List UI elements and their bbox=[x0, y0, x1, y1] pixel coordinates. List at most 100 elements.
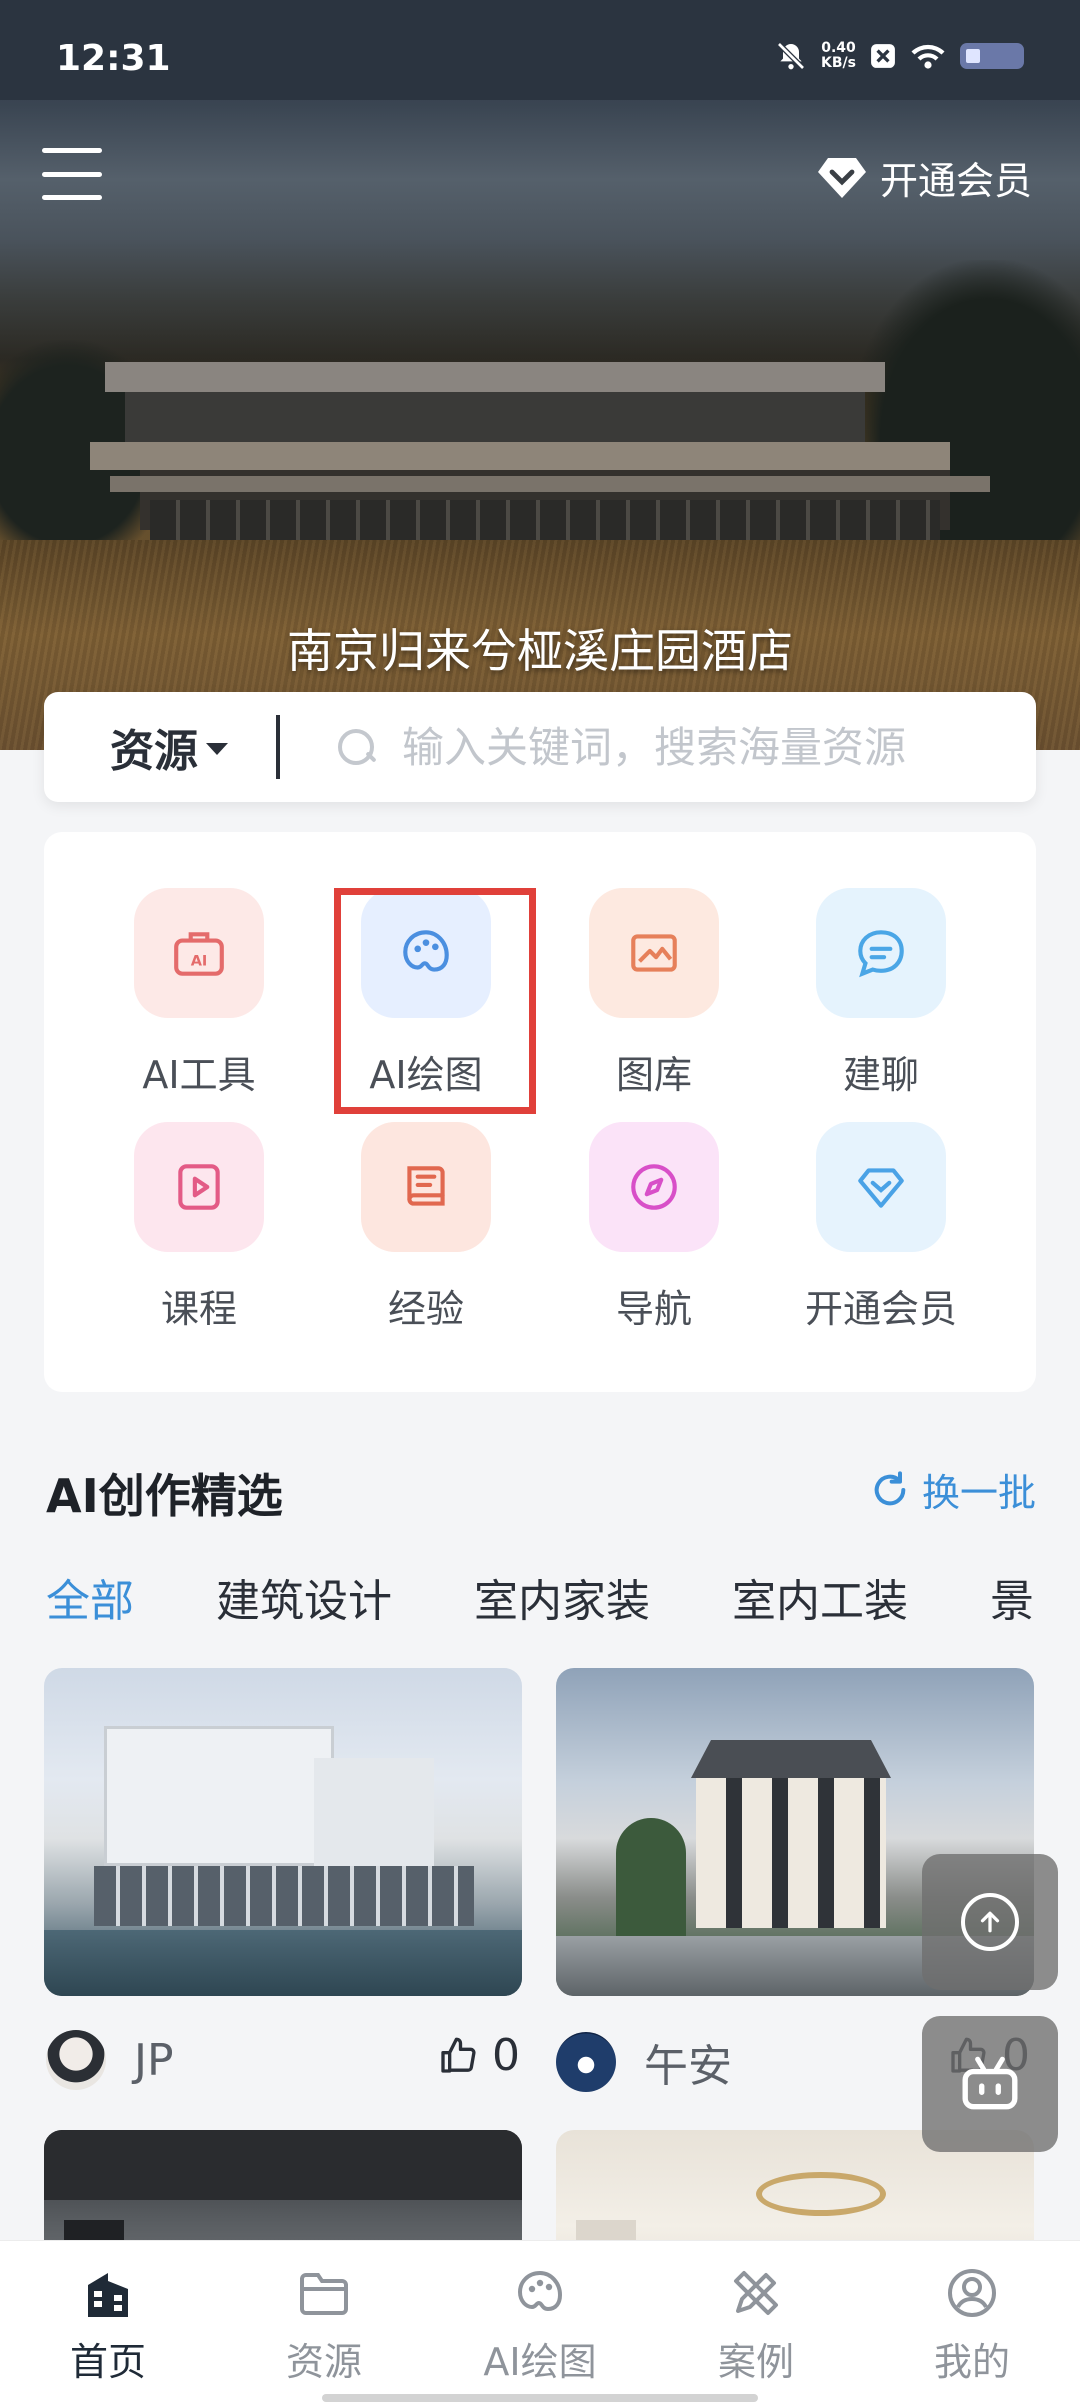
pencil-ruler-icon bbox=[734, 2271, 778, 2315]
search-scope-dropdown[interactable]: 资源 bbox=[44, 715, 272, 779]
building-eave bbox=[110, 476, 990, 492]
like-button[interactable]: 0 bbox=[438, 2030, 520, 2081]
search-divider bbox=[276, 715, 280, 779]
nav-resources[interactable]: 资源 bbox=[216, 2241, 432, 2408]
grid-icon-bg bbox=[134, 1122, 264, 1252]
grid-item-membership[interactable]: 开通会员 bbox=[771, 1122, 991, 1333]
scroll-top-button[interactable] bbox=[922, 1854, 1058, 1990]
ai-toolbox-icon: AI bbox=[174, 932, 224, 976]
tab-home-interior[interactable]: 室内家装 bbox=[474, 1565, 650, 1629]
member-button-top[interactable]: 开通会员 bbox=[816, 150, 1032, 205]
grid-label: 图库 bbox=[615, 1053, 692, 1097]
home-indicator bbox=[322, 2394, 758, 2402]
picture-icon bbox=[631, 934, 677, 972]
nav-home[interactable]: 首页 bbox=[0, 2241, 216, 2408]
card-author[interactable]: 午安 bbox=[556, 2030, 732, 2094]
robot-icon bbox=[962, 2056, 1018, 2110]
thumbs-up-icon bbox=[441, 2037, 476, 2073]
tab-commercial-interior[interactable]: 室内工装 bbox=[732, 1565, 908, 1629]
building-roof bbox=[105, 362, 885, 392]
grid-icon-bg bbox=[816, 888, 946, 1018]
avatar bbox=[46, 2030, 106, 2090]
user-icon bbox=[948, 2269, 996, 2317]
grid-item-chat[interactable]: 建聊 bbox=[771, 888, 991, 1099]
grid-label: AI绘图 bbox=[369, 1053, 483, 1097]
card-author[interactable]: JP bbox=[46, 2030, 174, 2090]
grid-item-experience[interactable]: 经验 bbox=[316, 1122, 536, 1333]
artwork-card-image[interactable] bbox=[44, 1668, 522, 1996]
wifi-icon bbox=[911, 44, 945, 69]
palette-icon bbox=[517, 2270, 563, 2312]
book-icon bbox=[407, 1166, 445, 1206]
menu-hamburger-button[interactable] bbox=[42, 148, 102, 200]
category-tabs-viewport: 全部 建筑设计 室内家装 室内工装 景 bbox=[0, 1550, 1036, 1640]
search-icon bbox=[336, 727, 376, 767]
ceiling-lamp bbox=[756, 2172, 886, 2216]
nav-cases[interactable]: 案例 bbox=[648, 2241, 864, 2408]
refresh-button[interactable]: 换一批 bbox=[870, 1462, 1036, 1517]
menu-line bbox=[42, 195, 102, 200]
grid-item-gallery[interactable]: 图库 bbox=[544, 888, 764, 1099]
mute-bell-icon bbox=[777, 42, 805, 70]
hero-title: 南京归来兮桠溪庄园酒店 bbox=[287, 624, 793, 678]
building-box bbox=[104, 1726, 334, 1866]
caret-down-icon bbox=[206, 743, 228, 755]
grid-item-ai-drawing[interactable]: AI绘图 bbox=[316, 888, 536, 1099]
nav-ai-drawing[interactable]: AI绘图 bbox=[432, 2241, 648, 2408]
net-speed-unit: KB/s bbox=[821, 55, 856, 71]
like-count: 0 bbox=[492, 2030, 520, 2081]
pool bbox=[44, 1930, 522, 1996]
folder-icon bbox=[300, 2273, 348, 2315]
nav-profile[interactable]: 我的 bbox=[864, 2241, 1080, 2408]
diamond-icon bbox=[858, 1168, 904, 1208]
bottom-nav: 首页 资源 AI绘图 案例 我的 bbox=[0, 2240, 1080, 2408]
grid-icon-bg bbox=[589, 888, 719, 1018]
grid-label: AI工具 bbox=[142, 1053, 256, 1097]
building-upper-floor bbox=[125, 392, 865, 442]
app-root: 南京归来兮桠溪庄园酒店 12:31 0.40KB/s 开通会员 资源 AI bbox=[0, 0, 1080, 2408]
tab-all[interactable]: 全部 bbox=[46, 1565, 134, 1629]
assistant-bot-button[interactable] bbox=[922, 2016, 1058, 2152]
nav-label: 我的 bbox=[933, 2340, 1010, 2384]
author-name: JP bbox=[134, 2034, 174, 2086]
diamond-icon bbox=[817, 157, 866, 198]
status-time: 12:31 bbox=[56, 38, 171, 79]
net-speed-value: 0.40 bbox=[821, 40, 856, 56]
battery-icon bbox=[960, 43, 1024, 69]
nav-label: AI绘图 bbox=[483, 2340, 597, 2384]
grid-label: 导航 bbox=[615, 1287, 692, 1331]
tab-landscape[interactable]: 景 bbox=[990, 1565, 1034, 1629]
author-name: 午安 bbox=[644, 2041, 732, 2092]
grid-item-courses[interactable]: 课程 bbox=[89, 1122, 309, 1333]
status-bar: 12:31 0.40 KB/s bbox=[0, 0, 1080, 100]
building-wing bbox=[314, 1758, 434, 1868]
svg-text:AI: AI bbox=[191, 953, 208, 969]
roof bbox=[691, 1740, 891, 1778]
nav-label: 资源 bbox=[285, 2340, 362, 2384]
video-play-icon bbox=[178, 1164, 220, 1210]
building-glass bbox=[94, 1866, 474, 1926]
network-speed: 0.40 KB/s bbox=[821, 41, 856, 71]
grid-item-navigation[interactable]: 导航 bbox=[544, 1122, 764, 1333]
grid-icon-bg bbox=[816, 1122, 946, 1252]
arrow-up-glyph bbox=[980, 1911, 1000, 1933]
villa-facade bbox=[696, 1778, 886, 1928]
tab-architecture[interactable]: 建筑设计 bbox=[216, 1565, 392, 1629]
grid-item-ai-tools[interactable]: AI AI工具 bbox=[89, 888, 309, 1099]
search-bar: 资源 bbox=[44, 692, 1036, 802]
palette-icon bbox=[403, 930, 449, 972]
compass-icon bbox=[631, 1164, 677, 1210]
grid-label: 建聊 bbox=[842, 1053, 919, 1097]
grid-label: 经验 bbox=[387, 1287, 464, 1331]
refresh-label: 换一批 bbox=[921, 1471, 1036, 1515]
menu-line bbox=[42, 148, 102, 153]
avatar bbox=[556, 2032, 616, 2092]
category-tabs: 全部 建筑设计 室内家装 室内工装 景 bbox=[46, 1565, 1034, 1629]
tree bbox=[616, 1818, 686, 1948]
ceiling bbox=[44, 2130, 522, 2200]
grid-icon-bg bbox=[361, 888, 491, 1018]
search-input[interactable] bbox=[402, 722, 982, 772]
home-building-icon bbox=[88, 2273, 128, 2317]
close-box-icon bbox=[871, 44, 895, 68]
hero-banner[interactable]: 南京归来兮桠溪庄园酒店 bbox=[0, 0, 1080, 750]
